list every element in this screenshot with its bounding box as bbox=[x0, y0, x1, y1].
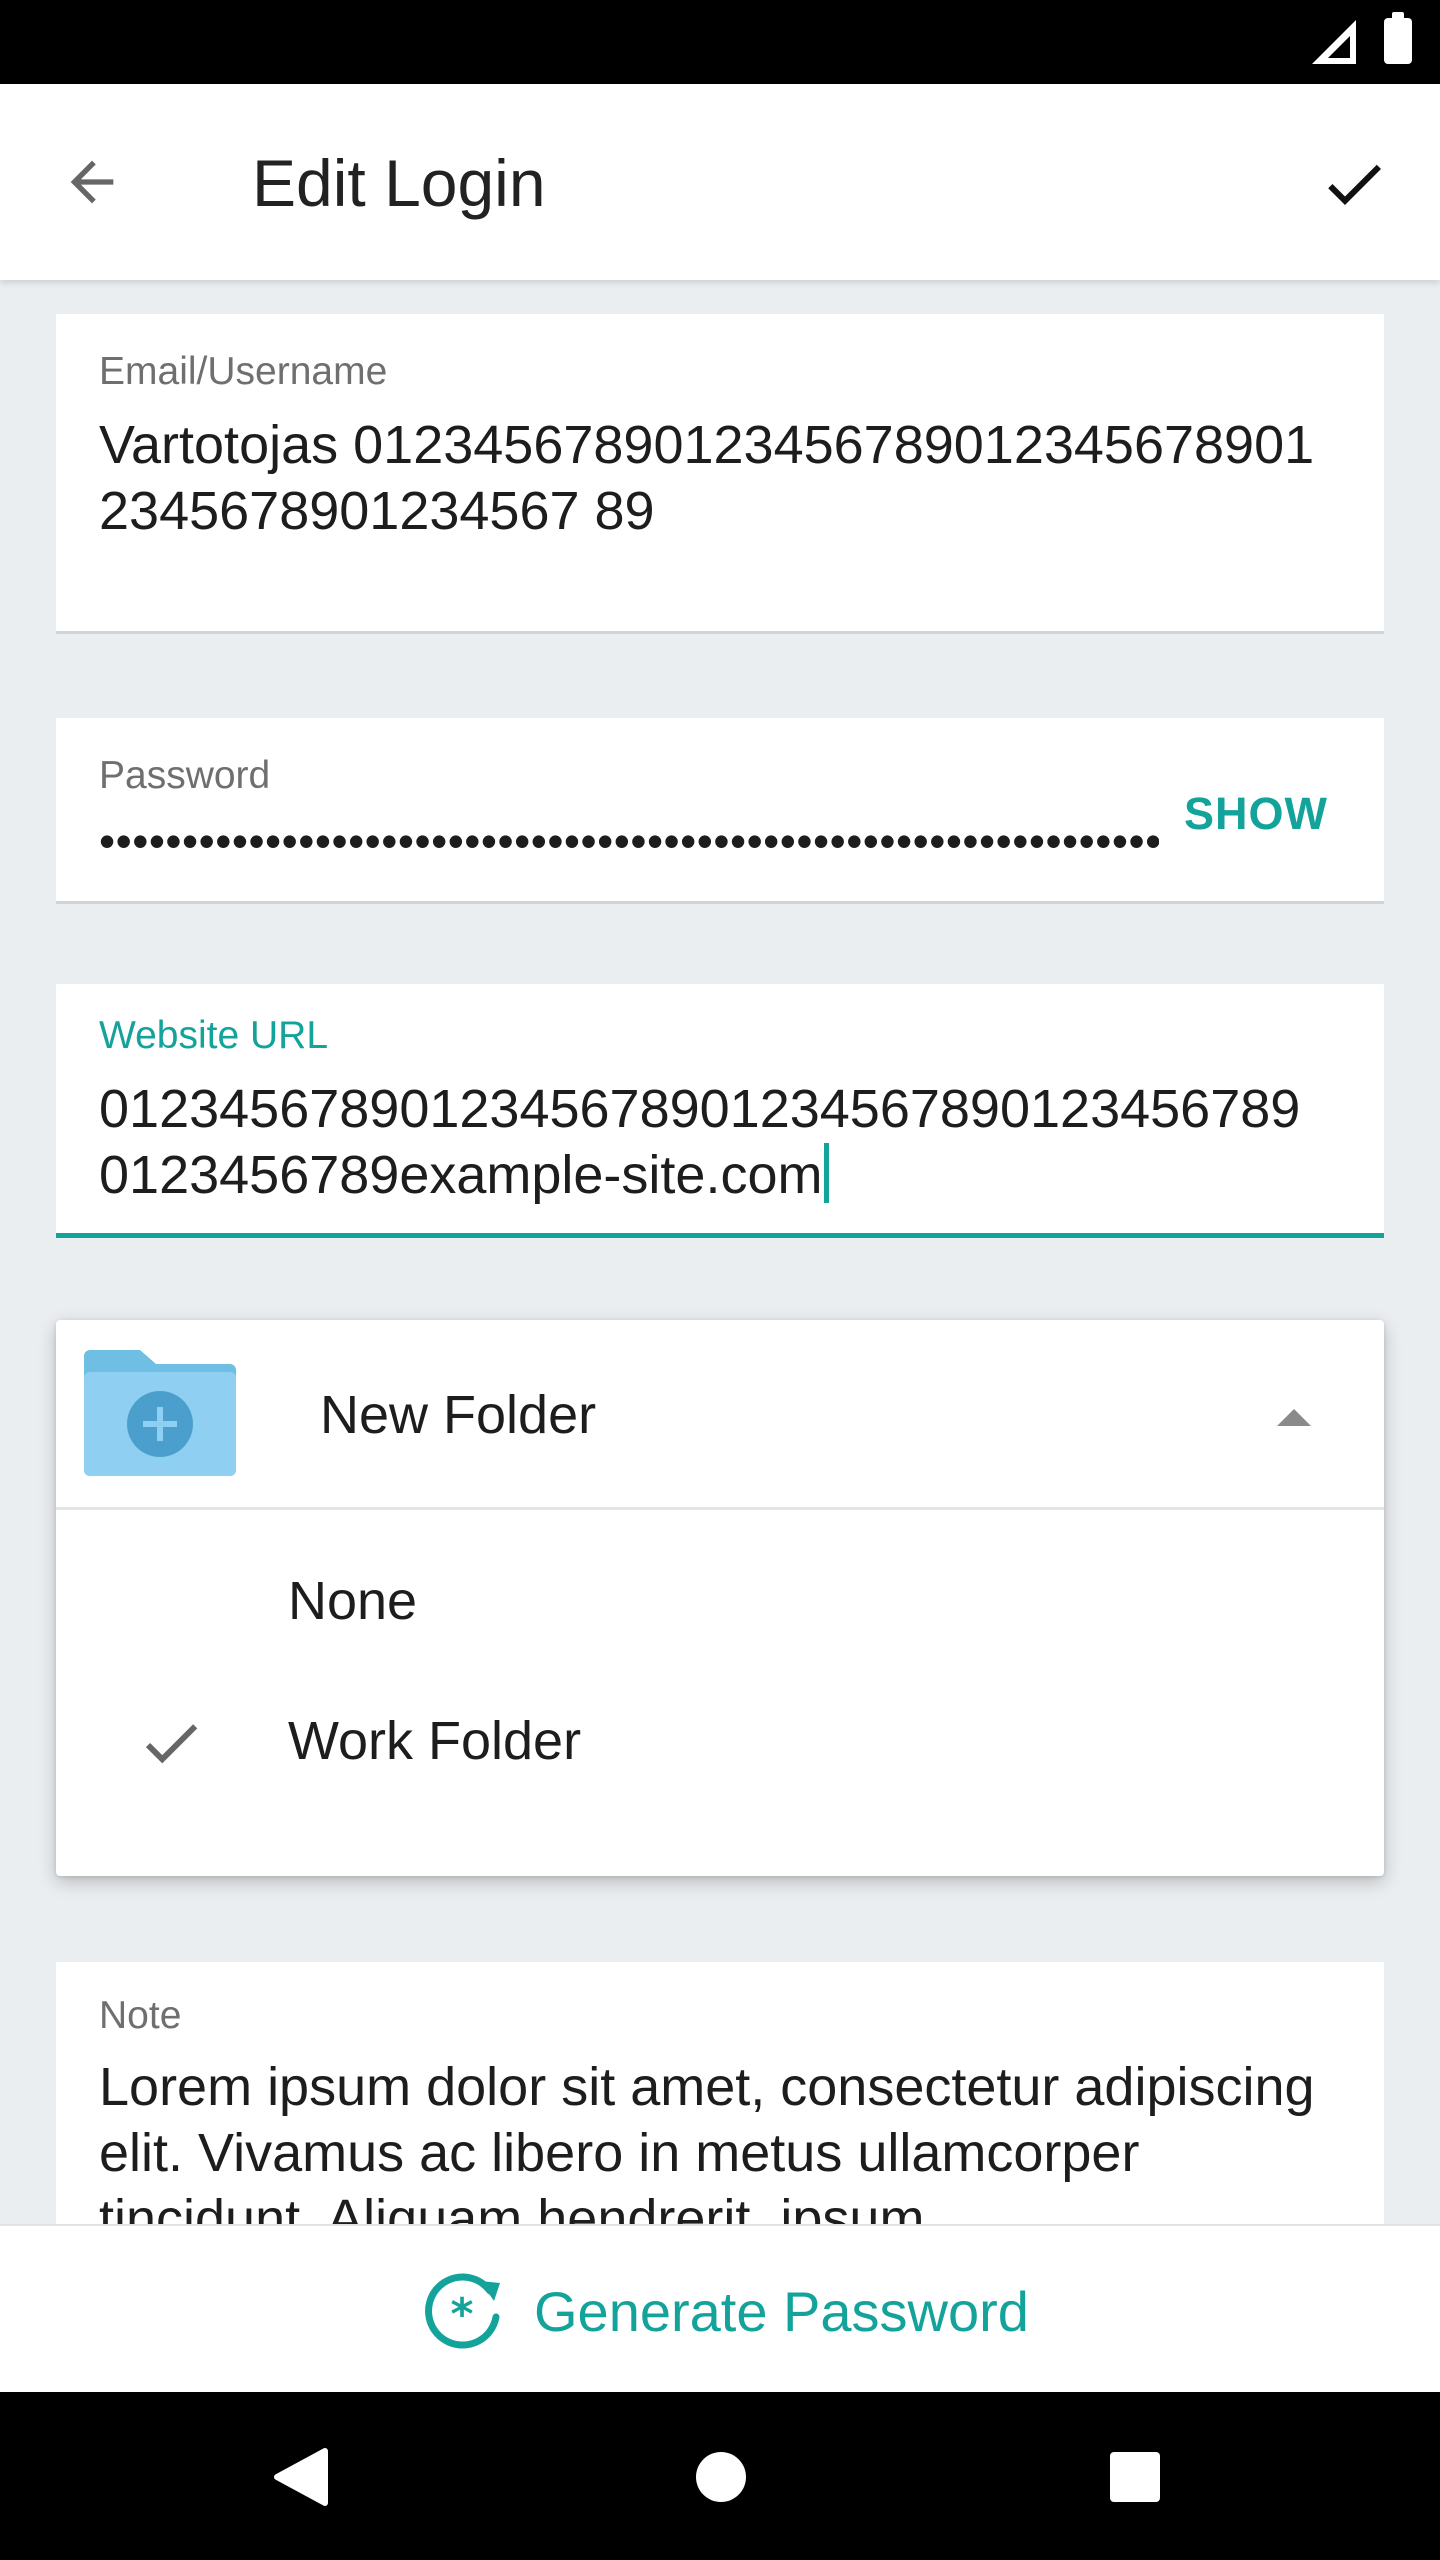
page-title: Edit Login bbox=[252, 146, 546, 220]
folder-option-none[interactable]: None bbox=[56, 1532, 1384, 1672]
system-nav-bar bbox=[0, 2392, 1440, 2560]
website-url-field[interactable]: Website URL 0123456789012345678901234567… bbox=[56, 984, 1384, 1238]
email-field[interactable]: Email/Username Vartotojas 01234567890123… bbox=[56, 314, 1384, 634]
password-field[interactable]: Password •••••••••••••••••••••••••••••••… bbox=[56, 718, 1384, 904]
arrow-up-icon bbox=[1277, 1408, 1311, 1426]
status-bar bbox=[0, 0, 1440, 84]
website-url-value[interactable]: 0123456789012345678901234567890123456789… bbox=[99, 1076, 1324, 1208]
back-button[interactable] bbox=[52, 142, 132, 222]
folder-option-label: None bbox=[288, 1571, 418, 1631]
triangle-back-icon bbox=[274, 2448, 328, 2506]
generate-password-icon: * bbox=[425, 2273, 500, 2349]
square-recents-icon bbox=[1110, 2452, 1160, 2502]
website-url-label: Website URL bbox=[99, 1014, 329, 1057]
collapse-dropdown-button[interactable] bbox=[1264, 1392, 1324, 1442]
note-field[interactable]: Note Lorem ipsum dolor sit amet, consect… bbox=[56, 1962, 1384, 2224]
new-folder-icon bbox=[84, 1350, 236, 1476]
folder-option-label: Work Folder bbox=[288, 1711, 582, 1771]
generate-password-button[interactable]: * Generate Password bbox=[420, 2266, 1029, 2356]
bottom-action-bar: * Generate Password bbox=[0, 2224, 1440, 2392]
email-label: Email/Username bbox=[99, 350, 388, 393]
note-value[interactable]: Lorem ipsum dolor sit amet, consectetur … bbox=[99, 2054, 1344, 2224]
folder-dropdown: New Folder None Work Folder bbox=[56, 1320, 1384, 1876]
generate-password-label: Generate Password bbox=[534, 2279, 1029, 2343]
folder-option-work-folder[interactable]: Work Folder bbox=[56, 1672, 1384, 1812]
app-bar: Edit Login bbox=[0, 84, 1440, 280]
check-icon bbox=[145, 1724, 198, 1764]
note-label: Note bbox=[99, 1994, 182, 2037]
folder-dropdown-header[interactable]: New Folder bbox=[56, 1320, 1384, 1510]
nav-recents-button[interactable] bbox=[1100, 2442, 1170, 2512]
battery-icon bbox=[1384, 12, 1412, 64]
save-button[interactable] bbox=[1312, 142, 1396, 226]
website-url-text: 0123456789012345678901234567890123456789… bbox=[99, 1079, 1301, 1205]
arrow-back-icon bbox=[70, 160, 114, 204]
show-password-button[interactable]: SHOW bbox=[1184, 788, 1328, 840]
password-value[interactable]: ••••••••••••••••••••••••••••••••••••••••… bbox=[99, 816, 1159, 866]
folder-dropdown-selected: New Folder bbox=[320, 1385, 597, 1445]
signal-icon bbox=[1312, 20, 1356, 64]
email-value[interactable]: Vartotojas 01234567890123456789012345678… bbox=[99, 412, 1324, 544]
form-content: Email/Username Vartotojas 01234567890123… bbox=[0, 280, 1440, 2224]
svg-text:*: * bbox=[450, 2289, 473, 2340]
check-icon bbox=[1328, 164, 1381, 205]
nav-home-button[interactable] bbox=[686, 2442, 756, 2512]
nav-back-button[interactable] bbox=[266, 2442, 336, 2512]
text-cursor bbox=[824, 1143, 830, 1203]
circle-home-icon bbox=[696, 2452, 746, 2502]
password-label: Password bbox=[99, 754, 271, 797]
